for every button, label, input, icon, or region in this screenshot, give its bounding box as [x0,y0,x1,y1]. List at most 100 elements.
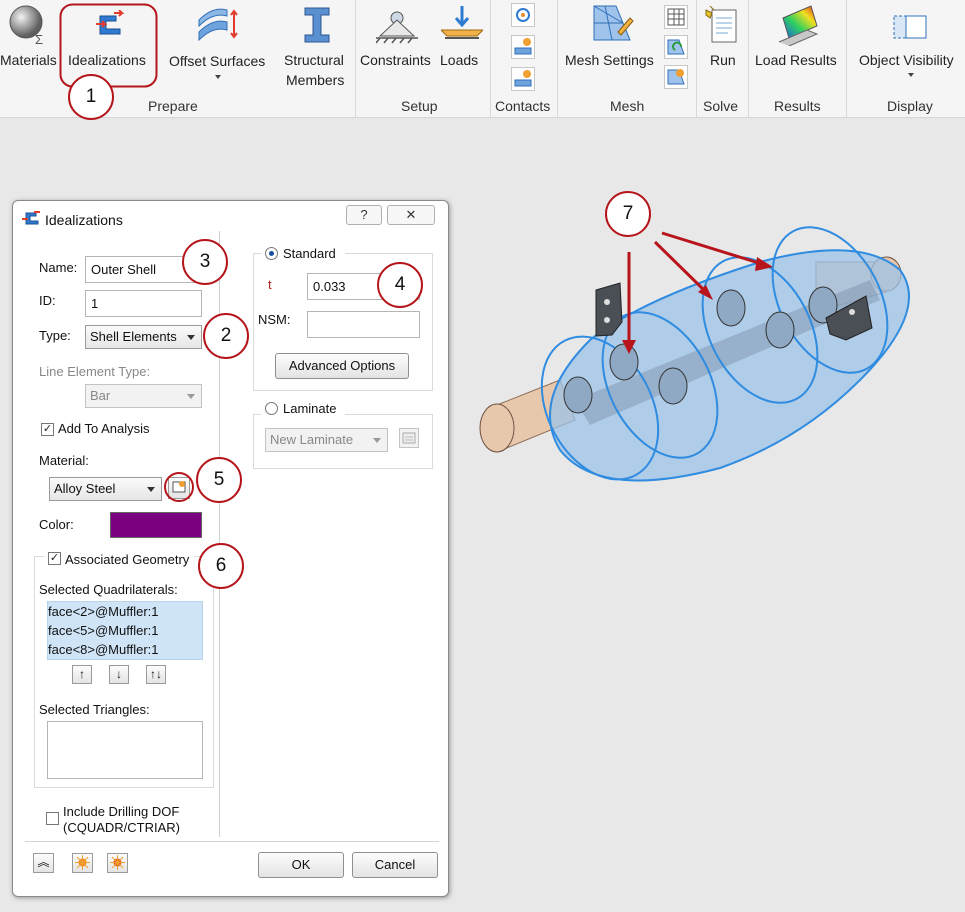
move-up-button[interactable]: ↑ [72,665,92,684]
object-visibility-label: Object Visibility [859,52,954,68]
constraints-icon [376,11,418,44]
associated-geometry-label: Associated Geometry [65,552,190,567]
muffler-model-viewport [479,226,910,482]
group-separator [355,0,356,117]
id-field[interactable]: 1 [85,290,202,317]
group-label-results: Results [774,98,821,114]
color-swatch[interactable] [110,512,202,538]
group-separator [490,0,491,117]
offset-surfaces-label: Offset Surfaces [169,53,266,69]
offset-surfaces-button[interactable]: Offset Surfaces [164,0,272,96]
materials-icon: Σ [9,5,43,46]
contact-auto-button[interactable] [511,35,535,59]
mesh-settings-button[interactable]: Mesh Settings [560,0,662,96]
name-label: Name: [39,260,78,275]
material-select[interactable]: Alloy Steel [49,477,162,501]
mesh-table-button[interactable] [664,5,688,29]
muffler-shell [549,249,910,482]
group-separator [846,0,847,117]
loads-icon [441,6,483,39]
material-label: Material: [39,453,89,468]
constraints-button[interactable]: Constraints [358,0,436,96]
offset-surfaces-icon [198,8,238,42]
type-select-value: Shell Elements [90,329,177,344]
drilling-dof-label-1: Include Drilling DOF [63,804,180,819]
line-element-type-label: Line Element Type: [39,364,151,379]
group-label-display: Display [887,98,933,114]
group-label-contacts: Contacts [495,98,551,114]
color-label: Color: [39,517,74,532]
help-icon: ? [360,207,368,222]
line-element-type-value: Bar [90,388,111,403]
advanced-options-button[interactable]: Advanced Options [275,353,409,379]
selected-triangles-list[interactable] [47,721,203,779]
mesh-refresh-button[interactable] [664,35,688,59]
chevron-down-icon [908,73,914,77]
ribbon-toolbar: Σ Materials Idealizations Offset Surface… [0,0,965,118]
nsm-label: NSM: [258,312,291,327]
type-label: Type: [39,328,71,343]
add-to-analysis-checkbox[interactable]: ✓ [41,423,54,436]
contact-gap-button[interactable] [511,67,535,91]
loads-label: Loads [440,52,479,68]
associated-geometry-checkbox[interactable]: ✓ [48,552,61,565]
list-item[interactable]: face<5>@Muffler:1 [48,621,202,640]
contact-set-button[interactable] [511,3,535,27]
constraints-label: Constraints [360,52,431,68]
list-item[interactable]: face<8>@Muffler:1 [48,640,202,659]
collapse-button[interactable]: ︽ [33,853,54,873]
selected-quads-list[interactable]: face<2>@Muffler:1 face<5>@Muffler:1 face… [47,601,203,660]
mesh-control-icon [667,69,685,85]
callout-3: 3 [182,239,228,285]
table-icon [667,8,685,26]
run-button[interactable]: Run [698,0,746,96]
chevron-down-icon [187,335,195,340]
standard-radio[interactable] [265,247,278,260]
laminate-radio[interactable] [265,402,278,415]
ok-button[interactable]: OK [258,852,344,878]
cancel-button[interactable]: Cancel [352,852,438,878]
list-item[interactable]: face<2>@Muffler:1 [48,602,202,621]
mesh-control-button[interactable] [664,65,688,89]
mesh-settings-label: Mesh Settings [565,52,654,68]
reverse-order-button[interactable]: ↑↓ [146,665,166,684]
loads-button[interactable]: Loads [437,0,487,96]
object-visibility-button[interactable]: Object Visibility [850,0,965,96]
load-results-button[interactable]: Load Results [751,0,843,96]
nsm-field[interactable] [307,311,420,338]
idealizations-icon [22,211,40,225]
t-label: t [268,277,272,292]
laminate-select[interactable]: New Laminate [265,428,388,452]
callout-4: 4 [377,262,423,308]
chevron-down-icon [187,394,195,399]
laminate-label: Laminate [283,401,337,416]
idealizations-highlight [59,3,158,88]
new-idealization-button[interactable] [72,853,93,873]
chevron-down-icon [215,75,221,79]
group-label-solve: Solve [703,98,739,114]
type-select[interactable]: Shell Elements [85,325,202,349]
callout-1: 1 [68,74,114,120]
structural-members-button[interactable]: Structural Members [280,0,354,96]
dialog-footer-divider [25,841,439,842]
callout-7: 7 [605,191,651,237]
arrow-up-down-icon: ↑↓ [150,667,162,681]
callout-2: 2 [203,313,249,359]
svg-text:Σ: Σ [35,32,43,46]
laminate-editor-button[interactable] [399,428,419,448]
close-button[interactable]: ✕ [387,205,435,225]
materials-button[interactable]: Σ Materials [0,0,62,96]
callout-5: 5 [196,457,242,503]
new-idealization-alt-button[interactable] [107,853,128,873]
laminate-select-value: New Laminate [270,432,354,447]
line-element-type-select[interactable]: Bar [85,384,202,408]
starburst-icon [75,855,90,870]
help-button[interactable]: ? [346,205,382,225]
group-separator [748,0,749,117]
close-icon: ✕ [405,207,417,222]
move-down-button[interactable]: ↓ [109,665,129,684]
double-chevron-up-icon: ︽ [37,855,50,869]
drilling-dof-checkbox[interactable] [46,812,59,825]
group-label-mesh: Mesh [610,98,645,114]
arrow-down-icon: ↓ [116,667,122,681]
